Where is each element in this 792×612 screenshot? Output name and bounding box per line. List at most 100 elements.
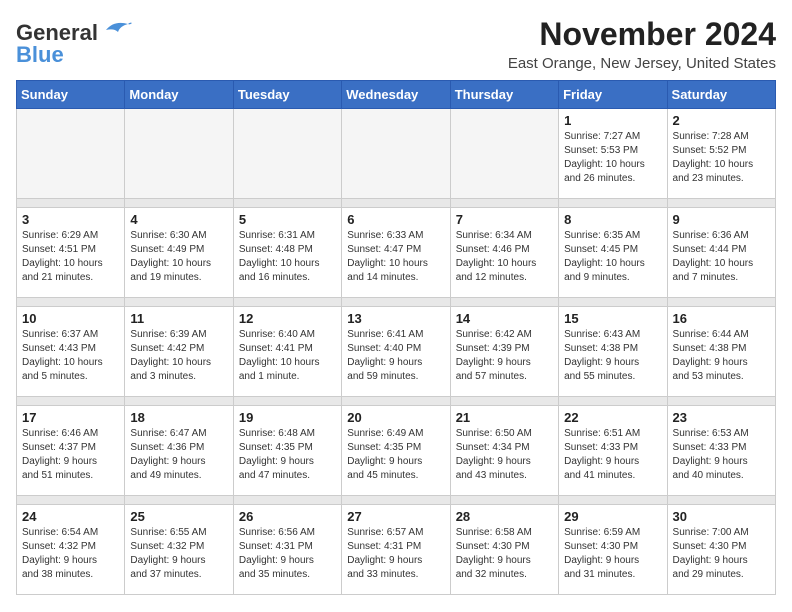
- day-info: Sunrise: 6:35 AM Sunset: 4:45 PM Dayligh…: [564, 229, 661, 285]
- spacer-cell: [342, 199, 450, 208]
- day-number: 20: [347, 410, 444, 425]
- day-info: Sunrise: 6:37 AM Sunset: 4:43 PM Dayligh…: [22, 328, 119, 384]
- spacer-cell: [233, 298, 341, 307]
- day-number: 27: [347, 509, 444, 524]
- day-info: Sunrise: 6:44 AM Sunset: 4:38 PM Dayligh…: [673, 328, 770, 384]
- calendar-cell: 23Sunrise: 6:53 AM Sunset: 4:33 PM Dayli…: [667, 406, 775, 496]
- spacer-cell: [559, 397, 667, 406]
- day-info: Sunrise: 6:56 AM Sunset: 4:31 PM Dayligh…: [239, 526, 336, 582]
- calendar-cell: 14 Sunrise: 6:42 AM Sunset: 4:39 PM Dayli…: [450, 307, 558, 397]
- day-info: Sunrise: 6:31 AM Sunset: 4:48 PM Dayligh…: [239, 229, 336, 285]
- calendar-cell: 12Sunrise: 6:40 AM Sunset: 4:41 PM Dayli…: [233, 307, 341, 397]
- day-info: Sunrise: 6:58 AM Sunset: 4:30 PM Dayligh…: [456, 526, 553, 582]
- calendar-week-row: 1Sunrise: 7:27 AM Sunset: 5:53 PM Daylig…: [17, 109, 776, 199]
- calendar-week-row: 24 Sunrise: 6:54 AM Sunset: 4:32 PM Dayli…: [17, 505, 776, 595]
- spacer-cell: [450, 199, 558, 208]
- spacer-cell: [559, 496, 667, 505]
- calendar-cell: 6 Sunrise: 6:33 AM Sunset: 4:47 PM Daylig…: [342, 208, 450, 298]
- day-number: 14: [456, 311, 553, 326]
- day-info: Sunrise: 7:00 AM Sunset: 4:30 PM Dayligh…: [673, 526, 770, 582]
- day-info: Sunrise: 6:30 AM Sunset: 4:49 PM Dayligh…: [130, 229, 227, 285]
- day-info: Sunrise: 6:50 AM Sunset: 4:34 PM Dayligh…: [456, 427, 553, 483]
- calendar-cell: 9 Sunrise: 6:36 AM Sunset: 4:44 PM Daylig…: [667, 208, 775, 298]
- calendar-cell: [17, 109, 125, 199]
- spacer-cell: [450, 397, 558, 406]
- day-info: Sunrise: 6:42 AM Sunset: 4:39 PM Dayligh…: [456, 328, 553, 384]
- spacer-cell: [17, 496, 125, 505]
- day-number: 24: [22, 509, 119, 524]
- weekday-header-saturday: Saturday: [667, 81, 775, 109]
- calendar-week-row: 3Sunrise: 6:29 AM Sunset: 4:51 PM Daylig…: [17, 208, 776, 298]
- day-number: 13: [347, 311, 444, 326]
- calendar-cell: 18Sunrise: 6:47 AM Sunset: 4:36 PM Dayli…: [125, 406, 233, 496]
- week-spacer-row: [17, 397, 776, 406]
- calendar-cell: 2Sunrise: 7:28 AM Sunset: 5:52 PM Daylig…: [667, 109, 775, 199]
- day-number: 4: [130, 212, 227, 227]
- day-info: Sunrise: 6:54 AM Sunset: 4:32 PM Dayligh…: [22, 526, 119, 582]
- day-number: 8: [564, 212, 661, 227]
- day-number: 26: [239, 509, 336, 524]
- weekday-header-thursday: Thursday: [450, 81, 558, 109]
- day-info: Sunrise: 6:49 AM Sunset: 4:35 PM Dayligh…: [347, 427, 444, 483]
- spacer-cell: [342, 397, 450, 406]
- spacer-cell: [450, 298, 558, 307]
- day-number: 2: [673, 113, 770, 128]
- day-info: Sunrise: 6:51 AM Sunset: 4:33 PM Dayligh…: [564, 427, 661, 483]
- day-number: 21: [456, 410, 553, 425]
- calendar-cell: 5Sunrise: 6:31 AM Sunset: 4:48 PM Daylig…: [233, 208, 341, 298]
- calendar-week-row: 10 Sunrise: 6:37 AM Sunset: 4:43 PM Dayli…: [17, 307, 776, 397]
- spacer-cell: [125, 496, 233, 505]
- day-info: Sunrise: 6:39 AM Sunset: 4:42 PM Dayligh…: [130, 328, 227, 384]
- calendar-cell: [450, 109, 558, 199]
- day-number: 6: [347, 212, 444, 227]
- spacer-cell: [17, 199, 125, 208]
- day-info: Sunrise: 6:48 AM Sunset: 4:35 PM Dayligh…: [239, 427, 336, 483]
- day-number: 12: [239, 311, 336, 326]
- spacer-cell: [17, 298, 125, 307]
- calendar-cell: [233, 109, 341, 199]
- day-number: 3: [22, 212, 119, 227]
- day-info: Sunrise: 6:59 AM Sunset: 4:30 PM Dayligh…: [564, 526, 661, 582]
- spacer-cell: [233, 199, 341, 208]
- calendar-cell: 3Sunrise: 6:29 AM Sunset: 4:51 PM Daylig…: [17, 208, 125, 298]
- spacer-cell: [667, 298, 775, 307]
- day-number: 29: [564, 509, 661, 524]
- location-subtitle: East Orange, New Jersey, United States: [508, 55, 776, 72]
- weekday-header-wednesday: Wednesday: [342, 81, 450, 109]
- day-info: Sunrise: 6:47 AM Sunset: 4:36 PM Dayligh…: [130, 427, 227, 483]
- calendar-cell: 15Sunrise: 6:43 AM Sunset: 4:38 PM Dayli…: [559, 307, 667, 397]
- day-number: 19: [239, 410, 336, 425]
- calendar-cell: 4 Sunrise: 6:30 AM Sunset: 4:49 PM Daylig…: [125, 208, 233, 298]
- day-info: Sunrise: 6:55 AM Sunset: 4:32 PM Dayligh…: [130, 526, 227, 582]
- day-info: Sunrise: 6:41 AM Sunset: 4:40 PM Dayligh…: [347, 328, 444, 384]
- week-spacer-row: [17, 496, 776, 505]
- day-info: Sunrise: 6:33 AM Sunset: 4:47 PM Dayligh…: [347, 229, 444, 285]
- calendar-week-row: 17Sunrise: 6:46 AM Sunset: 4:37 PM Dayli…: [17, 406, 776, 496]
- calendar-cell: 11Sunrise: 6:39 AM Sunset: 4:42 PM Dayli…: [125, 307, 233, 397]
- spacer-cell: [667, 199, 775, 208]
- day-number: 9: [673, 212, 770, 227]
- day-info: Sunrise: 6:53 AM Sunset: 4:33 PM Dayligh…: [673, 427, 770, 483]
- spacer-cell: [233, 496, 341, 505]
- day-number: 10: [22, 311, 119, 326]
- spacer-cell: [125, 397, 233, 406]
- week-spacer-row: [17, 298, 776, 307]
- calendar-cell: 22 Sunrise: 6:51 AM Sunset: 4:33 PM Dayli…: [559, 406, 667, 496]
- spacer-cell: [342, 496, 450, 505]
- page-header: General Blue November 2024 East Orange, …: [16, 16, 776, 72]
- spacer-cell: [559, 199, 667, 208]
- day-number: 7: [456, 212, 553, 227]
- calendar-cell: 28Sunrise: 6:58 AM Sunset: 4:30 PM Dayli…: [450, 505, 558, 595]
- calendar-cell: [342, 109, 450, 199]
- spacer-cell: [342, 298, 450, 307]
- spacer-cell: [233, 397, 341, 406]
- spacer-cell: [125, 199, 233, 208]
- calendar-cell: 21 Sunrise: 6:50 AM Sunset: 4:34 PM Dayli…: [450, 406, 558, 496]
- day-info: Sunrise: 6:36 AM Sunset: 4:44 PM Dayligh…: [673, 229, 770, 285]
- spacer-cell: [450, 496, 558, 505]
- day-number: 1: [564, 113, 661, 128]
- day-number: 22: [564, 410, 661, 425]
- logo-blue: Blue: [16, 42, 64, 68]
- day-number: 25: [130, 509, 227, 524]
- calendar-cell: 29 Sunrise: 6:59 AM Sunset: 4:30 PM Dayli…: [559, 505, 667, 595]
